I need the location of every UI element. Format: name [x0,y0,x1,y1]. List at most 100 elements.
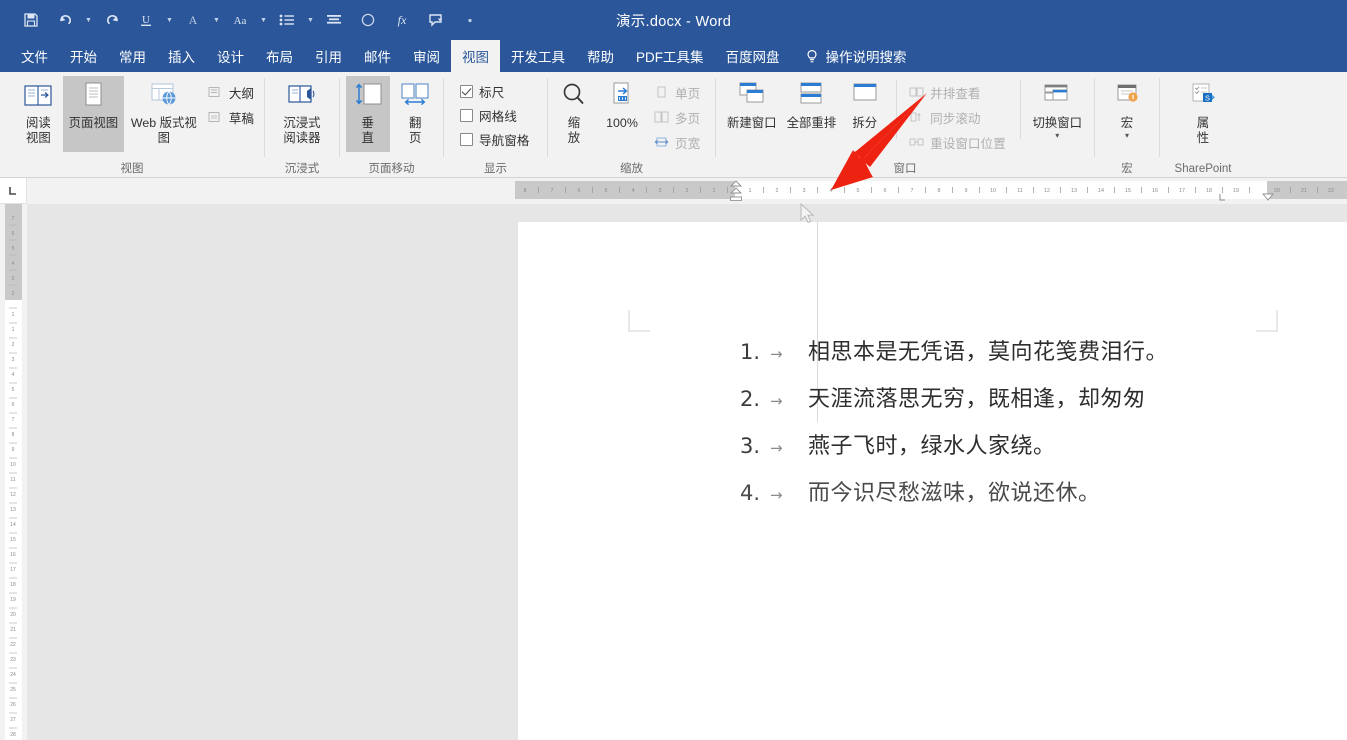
immersive-group-title: 沉浸式 [284,163,320,175]
tab-stop-selector-button[interactable] [0,178,27,204]
doc-line-2[interactable]: 2. → 天涯流落思无穷，既相逢，却匆匆 [740,381,1347,428]
formula-icon[interactable]: fx [385,5,419,35]
vertical-scroll-button[interactable]: 垂 直 [346,76,390,152]
switch-windows-caret-icon[interactable]: ▾ [1055,132,1059,140]
document-numbered-list[interactable]: 1. → 相思本是无凭语，莫向花笺费泪行。 2. → 天涯流落思无穷，既相逢，却… [740,334,1347,522]
circle-shape-icon[interactable] [351,5,385,35]
svg-text:1: 1 [12,327,15,333]
customize-quick-access-icon[interactable] [453,5,487,35]
first-line-indent-marker[interactable] [727,179,745,204]
tab-help[interactable]: 帮助 [576,40,625,72]
title-bar: U A Aa [0,0,1347,40]
tab-view[interactable]: 视图 [451,40,500,72]
doc-line-1[interactable]: 1. → 相思本是无凭语，莫向花笺费泪行。 [740,334,1347,381]
undo-dropdown-caret-icon[interactable] [82,5,95,35]
tab-baidu-netdisk[interactable]: 百度网盘 [715,40,791,72]
tab-references[interactable]: 引用 [304,40,353,72]
paragraph-align-icon[interactable] [317,5,351,35]
navigation-pane-checkbox[interactable] [460,133,473,146]
document-page[interactable]: 1. → 相思本是无凭语，莫向花笺费泪行。 2. → 天涯流落思无穷，既相逢，却… [518,222,1347,740]
svg-text:14: 14 [10,522,16,528]
svg-text:4: 4 [632,188,635,194]
bullet-list-dropdown-caret-icon[interactable] [304,5,317,35]
print-layout-button[interactable]: 页面视图 [62,76,124,152]
synchronous-scrolling-button[interactable]: 同步滚动 [905,106,1010,128]
outline-view-item[interactable]: 大纲 [204,81,258,103]
tab-design[interactable]: 设计 [206,40,255,72]
macros-group-title: 宏 [1121,163,1133,175]
tab-mailings[interactable]: 邮件 [353,40,402,72]
ruler-checkbox-row[interactable]: 标尺 [456,81,533,102]
properties-button[interactable]: S 属 性 [1178,76,1228,152]
vertical-ruler-ticks: 765 432 112 345 678 91011 121314 151617 … [9,216,17,738]
new-window-button[interactable]: 新建窗口 [722,76,782,152]
ruler-checkbox[interactable] [460,85,473,98]
tab-insert[interactable]: 插入 [157,40,206,72]
tab-file[interactable]: 文件 [10,40,59,72]
page-width-button[interactable]: 页宽 [650,131,704,153]
zoom-100-button[interactable]: 100% [594,76,650,152]
svg-text:2: 2 [686,188,689,194]
side-to-side-button[interactable]: 翻 页 [394,76,438,152]
svg-text:16: 16 [10,552,16,558]
switch-windows-label: 切换窗口 [1032,116,1083,130]
reset-window-position-button[interactable]: 重设窗口位置 [905,131,1010,153]
comment-icon[interactable] [419,5,453,35]
underline-dropdown-caret-icon[interactable] [163,5,176,35]
save-icon[interactable] [14,5,48,35]
gridlines-checkbox-row[interactable]: 网格线 [456,105,533,126]
split-button[interactable]: 拆分 [841,76,888,152]
list-number-1: 1. [740,340,761,364]
aa-text-effects-icon[interactable]: Aa [223,5,257,35]
tab-developer[interactable]: 开发工具 [500,40,576,72]
web-layout-icon [147,79,181,113]
ruler-tab-stop-marker[interactable] [1217,192,1229,204]
right-indent-marker[interactable] [1259,192,1277,204]
horizontal-ruler[interactable]: 876 543 21 123 456 789 10 11 12 13 14 15 16 1… [27,178,1347,204]
tab-layout[interactable]: 布局 [255,40,304,72]
tab-review[interactable]: 审阅 [402,40,451,72]
tab-home[interactable]: 开始 [59,40,108,72]
tab-common[interactable]: 常用 [108,40,157,72]
doc-line-4[interactable]: 4. → 而今识尽愁滋味，欲说还休。 [740,475,1347,522]
quick-access-toolbar: U A Aa [0,5,487,35]
macros-caret-icon[interactable]: ▾ [1125,132,1129,140]
window-group-title: 窗口 [893,163,917,175]
document-canvas[interactable]: 1. → 相思本是无凭语，莫向花笺费泪行。 2. → 天涯流落思无穷，既相逢，却… [27,204,1347,740]
svg-text:5: 5 [12,246,15,252]
redo-icon[interactable] [95,5,129,35]
bullet-list-icon[interactable] [270,5,304,35]
doc-line-3[interactable]: 3. → 燕子飞时，绿水人家绕。 [740,428,1347,475]
svg-text:27: 27 [10,717,16,723]
tell-me-search[interactable]: 操作说明搜索 [791,40,917,72]
side-by-side-icon [909,86,924,99]
zoom-button[interactable]: 缩 放 [554,76,594,152]
switch-windows-button[interactable]: 切换窗口 ▾ [1027,76,1088,152]
underline-icon[interactable]: U [129,5,163,35]
mouse-cursor [800,203,815,224]
svg-text:4: 4 [830,188,833,194]
text-effects-dropdown-caret-icon[interactable] [257,5,270,35]
vertical-ruler[interactable]: 765 432 112 345 678 9 10 11 12 13 14 15 16 17 … [0,204,27,740]
view-side-by-side-button[interactable]: 并排查看 [905,81,1010,103]
web-layout-button[interactable]: Web 版式视图 [124,76,204,152]
svg-text:8: 8 [524,188,527,194]
font-color-dropdown-caret-icon[interactable] [210,5,223,35]
one-page-button[interactable]: 单页 [650,81,704,103]
margin-corner-top-left [628,310,650,332]
navigation-pane-checkbox-row[interactable]: 导航窗格 [456,129,533,150]
tab-pdf-tools[interactable]: PDF工具集 [625,40,715,72]
ribbon-tabs: 文件 开始 常用 插入 设计 布局 引用 邮件 审阅 视图 开发工具 帮助 PD… [0,40,1347,72]
svg-text:11: 11 [10,477,15,483]
undo-icon[interactable] [48,5,82,35]
svg-text:23: 23 [10,657,16,663]
immersive-reader-button[interactable]: 沉浸式 阅读器 [271,76,333,152]
font-color-icon[interactable]: A [176,5,210,35]
draft-view-item[interactable]: 草稿 [204,106,258,128]
read-mode-button[interactable]: 阅读 视图 [14,76,63,152]
arrange-all-button[interactable]: 全部重排 [782,76,842,152]
macros-button[interactable]: 宏 ▾ [1102,76,1152,152]
svg-text:3: 3 [12,276,15,282]
gridlines-checkbox[interactable] [460,109,473,122]
multiple-pages-button[interactable]: 多页 [650,106,704,128]
